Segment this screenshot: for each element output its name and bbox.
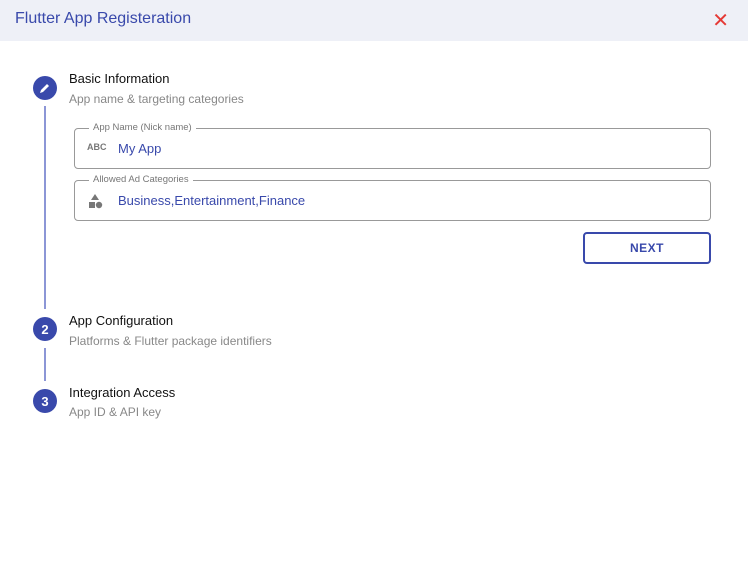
step-2-title[interactable]: App Configuration (69, 313, 173, 328)
step-connector (44, 348, 46, 381)
step-3-subtitle: App ID & API key (69, 405, 162, 419)
step-connector (44, 106, 46, 309)
close-icon[interactable]: ✕ (712, 8, 729, 33)
step-1-subtitle: App name & targeting categories (69, 92, 244, 106)
step-1-title[interactable]: Basic Information (69, 71, 169, 86)
next-button[interactable]: NEXT (583, 232, 711, 264)
ad-categories-label: Allowed Ad Categories (89, 174, 193, 185)
ad-categories-field[interactable]: Allowed Ad Categories Business,Entertain… (74, 174, 711, 221)
step-1-pencil-icon (33, 76, 57, 100)
dialog-title: Flutter App Registeration (15, 10, 192, 27)
step-2-badge: 2 (33, 317, 57, 341)
step-2-subtitle: Platforms & Flutter package identifiers (69, 334, 272, 348)
app-name-field[interactable]: App Name (Nick name) ABC My App (74, 122, 711, 169)
dialog-header: Flutter App Registeration ✕ (0, 0, 748, 41)
app-name-value[interactable]: My App (118, 141, 161, 156)
ad-categories-value[interactable]: Business,Entertainment,Finance (118, 193, 305, 208)
step-3-title[interactable]: Integration Access (69, 385, 175, 400)
step-3-badge: 3 (33, 389, 57, 413)
abc-icon: ABC (87, 142, 107, 152)
app-name-label: App Name (Nick name) (89, 122, 196, 133)
category-icon (89, 194, 103, 209)
